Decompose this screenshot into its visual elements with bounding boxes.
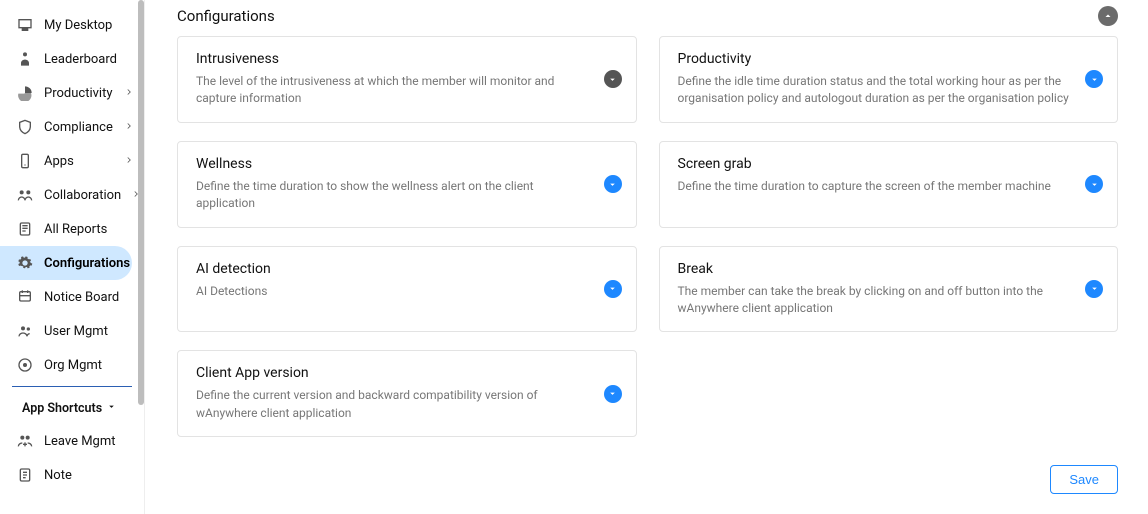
board-icon: [16, 288, 34, 306]
users-icon: [16, 322, 34, 340]
config-card-break: Break The member can take the break by cl…: [659, 246, 1119, 333]
chevron-right-icon: [124, 155, 134, 168]
sidebar-item-org-mgmt[interactable]: Org Mgmt: [0, 348, 144, 382]
leave-icon: [16, 432, 34, 450]
report-icon: [16, 220, 34, 238]
expand-card-button[interactable]: [1085, 280, 1103, 298]
card-description: Define the idle time duration status and…: [678, 73, 1074, 108]
org-icon: [16, 356, 34, 374]
note-icon: [16, 466, 34, 484]
config-card-intrusiveness: Intrusiveness The level of the intrusiven…: [177, 36, 637, 123]
expand-card-button[interactable]: [604, 385, 622, 403]
sidebar-item-productivity[interactable]: Productivity: [0, 76, 144, 110]
chevron-right-icon: [131, 189, 141, 202]
collab-icon: [16, 186, 34, 204]
card-title: Wellness: [196, 156, 592, 172]
config-card-grid: Intrusiveness The level of the intrusiven…: [177, 36, 1118, 437]
sidebar-item-label: Productivity: [44, 86, 114, 101]
sidebar-item-label: Configurations: [44, 256, 130, 271]
sidebar-item-label: Collaboration: [44, 188, 121, 203]
sidebar-item-configurations[interactable]: Configurations: [0, 246, 132, 280]
shortcut-item-label: Leave Mgmt: [44, 434, 134, 449]
card-description: Define the time duration to capture the …: [678, 178, 1074, 195]
sidebar-item-compliance[interactable]: Compliance: [0, 110, 144, 144]
config-card-client-app-version: Client App version Define the current ver…: [177, 350, 637, 437]
expand-card-button[interactable]: [1085, 175, 1103, 193]
card-description: The level of the intrusiveness at which …: [196, 73, 592, 108]
sidebar-item-label: My Desktop: [44, 18, 134, 33]
sidebar-item-label: All Reports: [44, 222, 134, 237]
card-title: Screen grab: [678, 156, 1074, 172]
sidebar-item-all-reports[interactable]: All Reports: [0, 212, 144, 246]
leader-icon: [16, 50, 34, 68]
expand-card-button[interactable]: [604, 175, 622, 193]
section-header: Configurations: [177, 4, 1118, 36]
phone-icon: [16, 152, 34, 170]
shortcut-item-label: Note: [44, 468, 134, 483]
card-description: AI Detections: [196, 283, 592, 300]
shield-icon: [16, 118, 34, 136]
card-description: Define the time duration to show the wel…: [196, 178, 592, 213]
chevron-right-icon: [124, 87, 134, 100]
sidebar-item-label: Org Mgmt: [44, 358, 134, 373]
expand-card-button[interactable]: [1085, 70, 1103, 88]
sidebar-item-user-mgmt[interactable]: User Mgmt: [0, 314, 144, 348]
sidebar-divider: [12, 386, 132, 387]
card-title: AI detection: [196, 261, 592, 277]
sidebar-item-collaboration[interactable]: Collaboration: [0, 178, 144, 212]
config-card-productivity: Productivity Define the idle time duratio…: [659, 36, 1119, 123]
sidebar-item-label: Compliance: [44, 120, 114, 135]
card-title: Break: [678, 261, 1074, 277]
save-row: Save: [177, 465, 1118, 494]
page-title: Configurations: [177, 7, 275, 25]
config-card-wellness: Wellness Define the time duration to show…: [177, 141, 637, 228]
shortcut-item-leave-mgmt[interactable]: Leave Mgmt: [0, 424, 144, 458]
sidebar-item-label: Apps: [44, 154, 114, 169]
sidebar-item-label: Notice Board: [44, 290, 134, 305]
shortcut-item-note[interactable]: Note: [0, 458, 144, 492]
card-title: Client App version: [196, 365, 592, 381]
card-description: The member can take the break by clickin…: [678, 283, 1074, 318]
sidebar-item-leaderboard[interactable]: Leaderboard: [0, 42, 144, 76]
chevron-down-icon: [106, 401, 117, 416]
chevron-right-icon: [124, 121, 134, 134]
config-card-screen-grab: Screen grab Define the time duration to c…: [659, 141, 1119, 228]
main-content: Configurations Intrusiveness The level of…: [145, 0, 1148, 514]
gear-icon: [16, 254, 34, 272]
card-title: Intrusiveness: [196, 51, 592, 67]
sidebar-item-apps[interactable]: Apps: [0, 144, 144, 178]
sidebar-item-notice-board[interactable]: Notice Board: [0, 280, 144, 314]
pie-icon: [16, 84, 34, 102]
desktop-icon: [16, 16, 34, 34]
card-description: Define the current version and backward …: [196, 387, 592, 422]
config-card-ai-detection: AI detection AI Detections: [177, 246, 637, 333]
card-title: Productivity: [678, 51, 1074, 67]
expand-card-button[interactable]: [604, 70, 622, 88]
sidebar-item-my-desktop[interactable]: My Desktop: [0, 8, 144, 42]
sidebar: My Desktop Leaderboard Productivity Complia…: [0, 0, 145, 514]
sidebar-item-label: User Mgmt: [44, 324, 134, 339]
sidebar-item-label: Leaderboard: [44, 52, 134, 67]
expand-card-button[interactable]: [604, 280, 622, 298]
collapse-all-button[interactable]: [1098, 6, 1118, 26]
save-button[interactable]: Save: [1050, 465, 1118, 494]
app-shortcuts-header[interactable]: App Shortcuts: [0, 393, 144, 424]
app-shortcuts-label: App Shortcuts: [22, 401, 102, 416]
